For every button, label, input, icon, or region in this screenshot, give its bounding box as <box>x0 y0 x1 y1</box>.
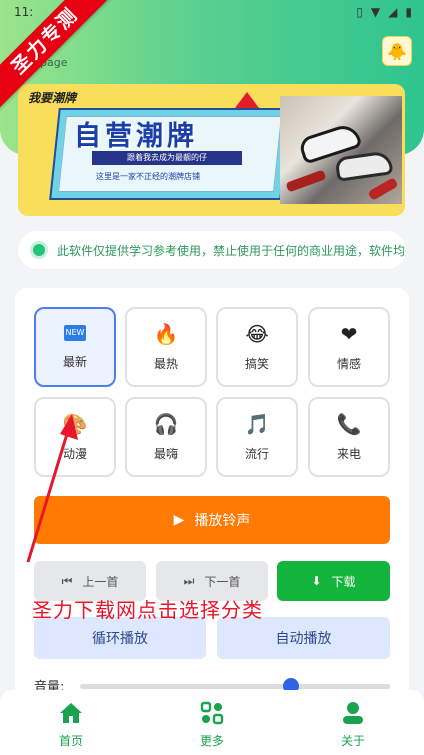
category-label: 来电 <box>336 446 361 461</box>
category-label: 最嗨 <box>153 446 178 461</box>
loop-label: 循环播放 <box>92 631 148 647</box>
category-item[interactable]: ❤ 情感 <box>308 307 390 387</box>
red-arrow-icon <box>26 414 78 563</box>
banner-photo <box>280 96 402 204</box>
category-label: 流行 <box>244 446 269 461</box>
overlay-caption: 圣力下载网点击选择分类 <box>32 598 263 622</box>
category-icon: ❤ <box>340 321 358 346</box>
download-label: 下载 <box>331 574 356 589</box>
category-item[interactable]: NEW 最新 <box>34 307 116 387</box>
category-icon: 😂 <box>245 321 269 346</box>
vibrate-icon: ▯ <box>356 5 363 19</box>
banner[interactable]: 我要潮牌 自营潮牌 跟着我去成为最靓的仔 这里是一家不正经的潮牌店铺 <box>18 84 405 216</box>
skip-previous-icon: ⏮ <box>61 573 73 588</box>
category-item[interactable]: 😂 搞笑 <box>216 307 298 387</box>
category-item[interactable]: 🎵 流行 <box>216 397 298 477</box>
app-logo-icon[interactable]: 🐥 <box>382 36 412 66</box>
category-item[interactable]: 📞 来电 <box>308 397 390 477</box>
bottom-tab-bar: 首页 更多 关于 <box>0 690 424 755</box>
category-item[interactable]: 🎧 最嗨 <box>125 397 207 477</box>
download-icon: ⬇ <box>311 574 322 588</box>
tab-about-label: 关于 <box>340 734 365 748</box>
banner-subtitle2: 这里是一家不正经的潮牌店铺 <box>96 172 200 181</box>
tab-more[interactable]: 更多 <box>172 700 252 749</box>
play-label: 播放铃声 <box>194 513 251 529</box>
category-label: 情感 <box>336 356 361 371</box>
volume-slider[interactable] <box>80 678 390 694</box>
notice-bar: 此软件仅提供学习参考使用，禁止使用于任何的商业用途，软件均来 <box>18 231 406 269</box>
notice-text: 此软件仅提供学习参考使用，禁止使用于任何的商业用途，软件均来 <box>57 243 406 258</box>
tab-home[interactable]: 首页 <box>31 700 111 749</box>
category-label: 搞笑 <box>244 356 269 371</box>
category-label: 最新 <box>62 354 87 369</box>
category-icon: 🎵 <box>244 411 270 436</box>
status-time: 11: <box>14 5 34 19</box>
category-icon: 🔥 <box>153 321 179 346</box>
category-icon: 🎧 <box>153 411 179 436</box>
play-icon: ▶ <box>173 512 185 528</box>
tab-home-label: 首页 <box>58 734 83 748</box>
tab-more-label: 更多 <box>199 734 224 748</box>
banner-title: 自营潮牌 <box>74 121 198 152</box>
tab-about[interactable]: 关于 <box>313 700 393 749</box>
banner-subtitle: 跟着我去成为最靓的仔 <box>92 151 242 165</box>
category-item[interactable]: 🔥 最热 <box>125 307 207 387</box>
banner-tag: 我要潮牌 <box>28 91 77 105</box>
category-icon: NEW <box>63 324 87 341</box>
bow-icon <box>235 92 259 108</box>
skip-next-icon: ⏭ <box>183 573 195 588</box>
download-button[interactable]: ⬇ 下载 <box>277 561 390 601</box>
battery-icon: ▮ <box>405 5 412 19</box>
more-icon <box>199 700 225 726</box>
status-icons: ▯ ▼ ◢ ▮ <box>356 5 412 19</box>
category-label: 最热 <box>153 356 178 371</box>
wifi-icon: ▼ <box>370 5 381 19</box>
sneaker-image <box>334 150 394 182</box>
auto-play-button[interactable]: 自动播放 <box>217 617 390 659</box>
loop-play-button[interactable]: 循环播放 <box>34 617 206 659</box>
prev-label: 上一首 <box>82 574 119 589</box>
category-icon: 📞 <box>336 411 362 436</box>
autoplay-label: 自动播放 <box>275 631 332 647</box>
home-icon <box>58 700 84 726</box>
user-icon <box>340 700 366 726</box>
signal-icon: ◢ <box>388 5 398 19</box>
next-label: 下一首 <box>204 574 241 589</box>
notice-dot-icon <box>30 241 48 259</box>
